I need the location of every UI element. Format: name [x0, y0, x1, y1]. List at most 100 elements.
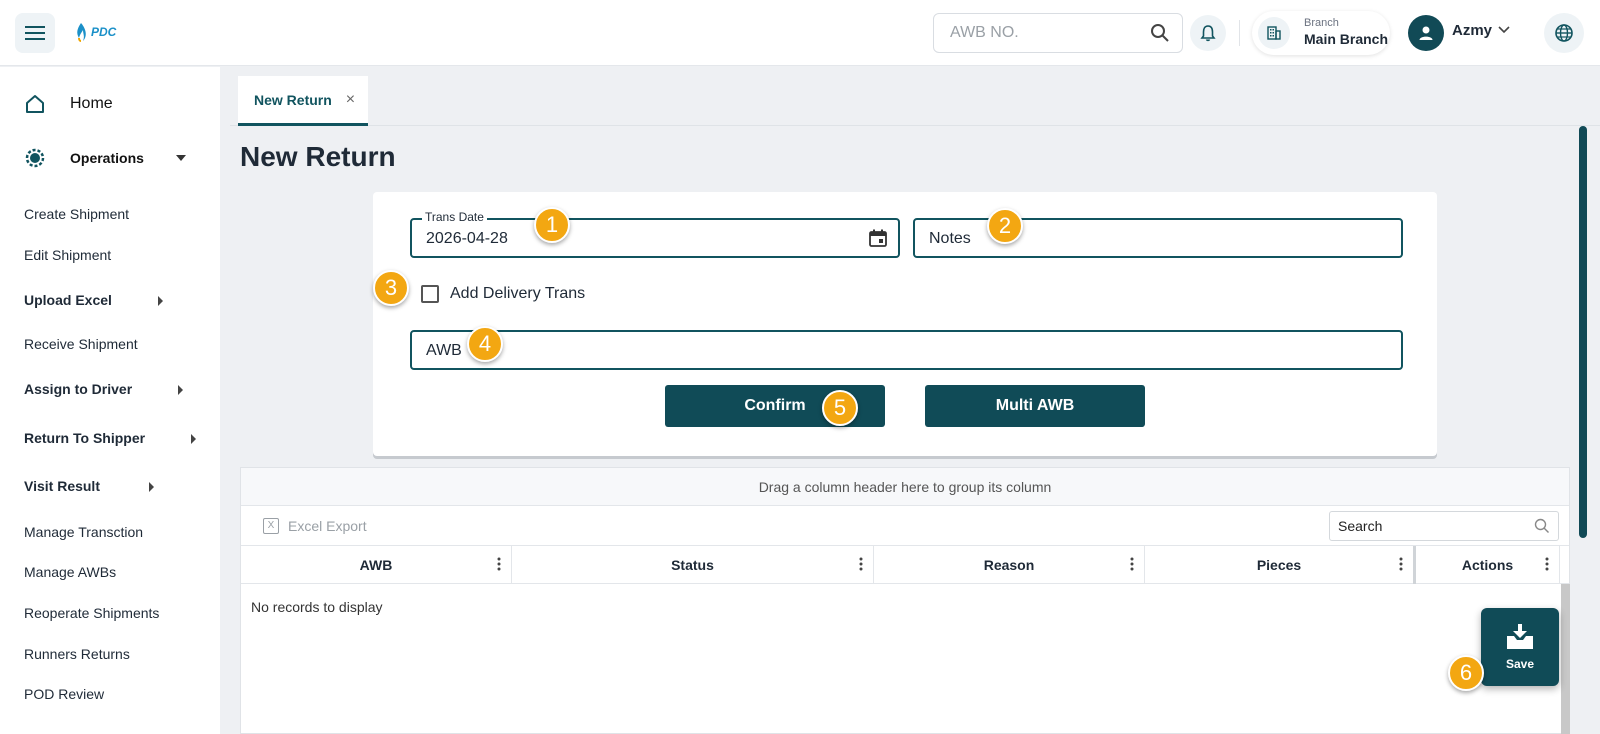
- branch-name: Main Branch: [1304, 31, 1389, 47]
- grid-search-box[interactable]: [1329, 511, 1559, 541]
- column-header-label: Reason: [983, 557, 1035, 573]
- save-button[interactable]: Save: [1481, 608, 1559, 686]
- branch-selector[interactable]: Branch Main Branch: [1252, 11, 1390, 55]
- column-header-label: Status: [671, 557, 714, 573]
- company-logo: PDC: [74, 20, 116, 44]
- notifications-button[interactable]: [1190, 15, 1226, 51]
- sidebar-item-upload-excel[interactable]: Upload Excel: [24, 292, 163, 308]
- caret-right-icon: [191, 434, 196, 444]
- user-avatar[interactable]: [1408, 15, 1444, 51]
- operations-gear-icon: [25, 148, 45, 168]
- annotation-badge-1: 1: [534, 207, 570, 243]
- sidebar-item-label: Runners Returns: [24, 646, 130, 662]
- excel-export-button[interactable]: X Excel Export: [263, 518, 367, 534]
- trans-date-value[interactable]: 2026-04-28: [426, 230, 508, 248]
- annotation-badge-5: 5: [822, 390, 858, 426]
- sidebar-item-label: Manage Transction: [24, 524, 144, 540]
- grid-scrollbar[interactable]: [1561, 584, 1570, 734]
- grid-toolbar: X Excel Export: [241, 506, 1569, 546]
- add-delivery-trans-checkbox[interactable]: [421, 285, 439, 303]
- sidebar-item-operations[interactable]: Operations: [24, 147, 186, 169]
- sidebar-item-receive-shipment[interactable]: Receive Shipment: [24, 336, 138, 352]
- search-icon: [1534, 518, 1549, 533]
- bell-icon: [1200, 25, 1216, 42]
- sidebar-item-visit-result[interactable]: Visit Result: [24, 478, 154, 494]
- grid-header-row: AWB Status Reason Pieces Actions: [241, 546, 1569, 584]
- trans-date-label: Trans Date: [422, 210, 487, 224]
- column-header-pieces[interactable]: Pieces: [1145, 546, 1416, 584]
- tab-new-return[interactable]: New Return ×: [238, 76, 368, 126]
- awb-placeholder[interactable]: AWB: [426, 342, 462, 360]
- language-button[interactable]: [1544, 13, 1584, 53]
- multi-awb-button[interactable]: Multi AWB: [925, 385, 1145, 427]
- annotation-badge-2: 2: [987, 208, 1023, 244]
- chevron-down-icon[interactable]: [1498, 26, 1510, 34]
- hamburger-menu-button[interactable]: [15, 13, 55, 53]
- awb-field[interactable]: AWB: [410, 330, 1403, 370]
- sidebar-item-label: Return To Shipper: [24, 430, 146, 446]
- save-label: Save: [1505, 657, 1535, 671]
- grid-search-input[interactable]: [1338, 518, 1518, 534]
- sidebar-item-manage-transction[interactable]: Manage Transction: [24, 524, 143, 540]
- caret-right-icon: [178, 385, 183, 395]
- tab-close-icon[interactable]: ×: [346, 91, 355, 109]
- column-header-status[interactable]: Status: [512, 546, 874, 584]
- logo-text: PDC: [91, 25, 117, 39]
- column-menu-icon[interactable]: [859, 557, 863, 571]
- sidebar-item-label: Edit Shipment: [24, 247, 112, 263]
- sidebar-item-label: Manage AWBs: [24, 564, 117, 580]
- sidebar-item-label: Assign to Driver: [24, 381, 133, 397]
- search-icon[interactable]: [1150, 23, 1170, 43]
- sidebar-item-label: Upload Excel: [24, 292, 112, 308]
- sidebar-item-label: Create Shipment: [24, 206, 130, 222]
- sidebar-item-label: POD Review: [24, 686, 105, 702]
- column-header-actions[interactable]: Actions: [1416, 546, 1560, 584]
- awb-search-box[interactable]: [933, 13, 1183, 53]
- save-tray-icon: [1507, 624, 1533, 649]
- branch-caption: Branch: [1304, 17, 1339, 29]
- top-bar: PDC Branch Main Branch Azmy: [0, 0, 1600, 66]
- group-panel-hint[interactable]: Drag a column header here to group its c…: [241, 468, 1569, 506]
- column-menu-icon[interactable]: [1130, 557, 1134, 571]
- add-delivery-trans-label[interactable]: Add Delivery Trans: [450, 285, 585, 303]
- column-menu-icon[interactable]: [497, 557, 501, 571]
- column-menu-icon[interactable]: [1545, 557, 1549, 571]
- sidebar-operations-label: Operations: [70, 150, 144, 166]
- page-scrollbar[interactable]: [1579, 126, 1587, 538]
- column-menu-icon[interactable]: [1399, 557, 1403, 571]
- sidebar-item-create-shipment[interactable]: Create Shipment: [24, 206, 129, 222]
- sidebar-item-reoperate-shipments[interactable]: Reoperate Shipments: [24, 605, 159, 621]
- sidebar-item-return-to-shipper[interactable]: Return To Shipper: [24, 430, 196, 446]
- awb-search-input[interactable]: [950, 24, 1140, 42]
- annotation-badge-6: 6: [1448, 655, 1484, 691]
- sidebar-item-runners-returns[interactable]: Runners Returns: [24, 646, 130, 662]
- sidebar-item-manage-awbs[interactable]: Manage AWBs: [24, 564, 116, 580]
- column-header-label: Actions: [1461, 557, 1514, 573]
- tab-bar: New Return ×: [230, 76, 1600, 126]
- sidebar-item-home[interactable]: Home: [24, 93, 113, 115]
- sidebar-item-label: Reoperate Shipments: [24, 605, 160, 621]
- sidebar-item-edit-shipment[interactable]: Edit Shipment: [24, 247, 111, 263]
- trans-date-field[interactable]: Trans Date 2026-04-28: [410, 210, 900, 258]
- tab-label: New Return: [254, 91, 332, 108]
- excel-icon: X: [263, 518, 279, 534]
- column-header-reason[interactable]: Reason: [874, 546, 1145, 584]
- calendar-icon[interactable]: [868, 228, 888, 248]
- empty-grid-message: No records to display: [251, 599, 383, 615]
- annotation-badge-3: 3: [373, 270, 409, 306]
- notes-placeholder[interactable]: Notes: [929, 230, 971, 248]
- sidebar-item-assign-to-driver[interactable]: Assign to Driver: [24, 381, 183, 397]
- excel-export-label: Excel Export: [288, 518, 367, 534]
- user-name[interactable]: Azmy: [1452, 22, 1492, 39]
- returns-grid: Drag a column header here to group its c…: [240, 467, 1570, 734]
- sidebar-item-label: Receive Shipment: [24, 336, 138, 352]
- building-icon: [1258, 17, 1290, 49]
- user-icon: [1419, 26, 1433, 40]
- sidebar-item-pod-review[interactable]: POD Review: [24, 686, 104, 702]
- column-header-label: AWB: [359, 557, 393, 573]
- sidebar-item-label: Visit Result: [24, 478, 100, 494]
- caret-down-icon: [175, 155, 186, 161]
- column-header-awb[interactable]: AWB: [241, 546, 512, 584]
- logo-flame-icon: [77, 23, 86, 42]
- caret-right-icon: [149, 482, 154, 492]
